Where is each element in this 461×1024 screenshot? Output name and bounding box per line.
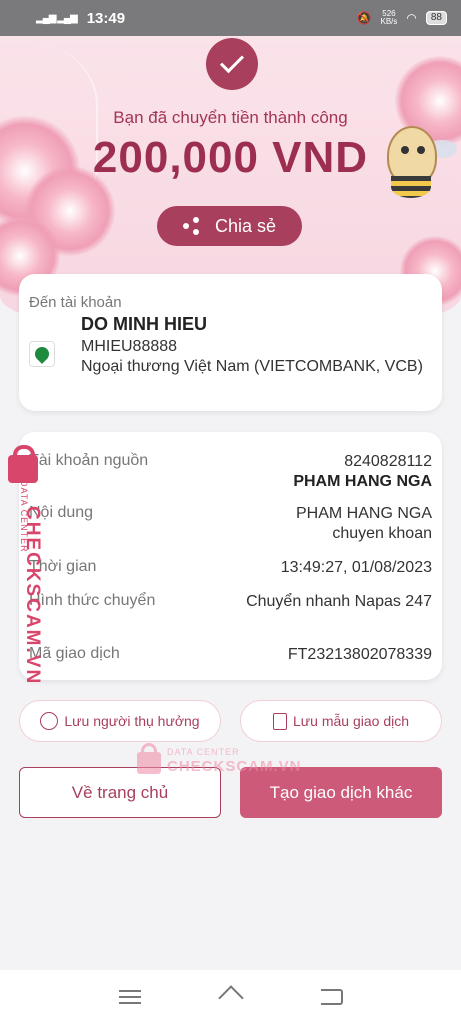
checkscam-watermark-vertical: DATA CENTER CHECKSCAM.VN: [4, 445, 44, 686]
vietcombank-logo-icon: [29, 341, 55, 367]
lock-icon: [8, 445, 38, 483]
status-bar: ▂▄▆ ▂▄▆ 13:49 🔕 526 KB/s ◠ 88: [0, 0, 461, 36]
recipient-label: Đến tài khoản: [29, 294, 122, 311]
detail-key: Hình thức chuyển: [29, 592, 156, 609]
save-beneficiary-button[interactable]: Lưu người thụ hưởng: [19, 700, 221, 742]
watermark-small-text: DATA CENTER: [167, 747, 240, 757]
wifi-icon: ◠: [406, 11, 417, 25]
detail-row-content: Nội dung PHAM HANG NGA chuyen khoan: [29, 504, 432, 544]
back-icon[interactable]: [320, 989, 343, 1005]
recipient-account: MHIEU88888: [81, 338, 178, 355]
watermark-big-text: CHECKSCAM.VN: [167, 758, 302, 775]
save-beneficiary-label: Lưu người thụ hưởng: [64, 713, 200, 729]
detail-row-time: Thời gian 13:49:27, 01/08/2023: [29, 558, 432, 578]
system-nav-bar: [0, 970, 461, 1024]
share-label: Chia sẻ: [214, 215, 277, 236]
user-circle-icon: [40, 712, 59, 730]
signal-icon: ▂▄▆ ▂▄▆: [36, 12, 78, 24]
network-speed: 526 KB/s: [380, 9, 398, 26]
detail-value: 8240828112 PHAM HANG NGA: [293, 453, 432, 490]
detail-value: PHAM HANG NGA chuyen khoan: [295, 505, 432, 542]
bee-mascot-icon: [375, 118, 457, 204]
recipient-name: DO MINH HIEU: [81, 314, 207, 334]
detail-value: 13:49:27, 01/08/2023: [280, 559, 432, 576]
transaction-details-card: Tài khoản nguồn 8240828112 PHAM HANG NGA…: [19, 432, 442, 680]
share-icon: [182, 217, 201, 235]
save-template-label: Lưu mẫu giao dịch: [293, 713, 409, 729]
detail-row-transaction-id: Mã giao dịch FT23213802078339: [29, 645, 432, 665]
lock-icon: [137, 743, 161, 774]
detail-row-source-account: Tài khoản nguồn 8240828112 PHAM HANG NGA: [29, 452, 432, 492]
success-check-icon: [206, 38, 258, 90]
detail-value: Chuyển nhanh Napas 247: [246, 593, 432, 610]
recipient-card: Đến tài khoản DO MINH HIEU MHIEU88888 Ng…: [19, 274, 442, 411]
save-template-button[interactable]: Lưu mẫu giao dịch: [240, 700, 442, 742]
status-time: 13:49: [86, 9, 126, 27]
detail-key: Tài khoản nguồn: [29, 452, 149, 469]
watermark-big-text: CHECKSCAM.VN: [22, 506, 43, 686]
battery-indicator: 88: [425, 11, 447, 25]
status-indicators: 🔕 526 KB/s ◠ 88: [357, 10, 447, 26]
detail-row-method: Hình thức chuyển Chuyển nhanh Napas 247: [29, 592, 432, 612]
menu-icon[interactable]: [118, 990, 141, 1004]
share-button[interactable]: Chia sẻ: [157, 206, 302, 246]
document-icon: [273, 712, 287, 730]
checkscam-watermark-center: DATA CENTER CHECKSCAM.VN: [137, 742, 301, 778]
mute-icon: 🔕: [356, 11, 372, 25]
detail-value: FT23213802078339: [287, 646, 432, 663]
home-icon[interactable]: [218, 989, 244, 1005]
recipient-bank: Ngoại thương Việt Nam (VIETCOMBANK, VCB): [81, 358, 423, 375]
